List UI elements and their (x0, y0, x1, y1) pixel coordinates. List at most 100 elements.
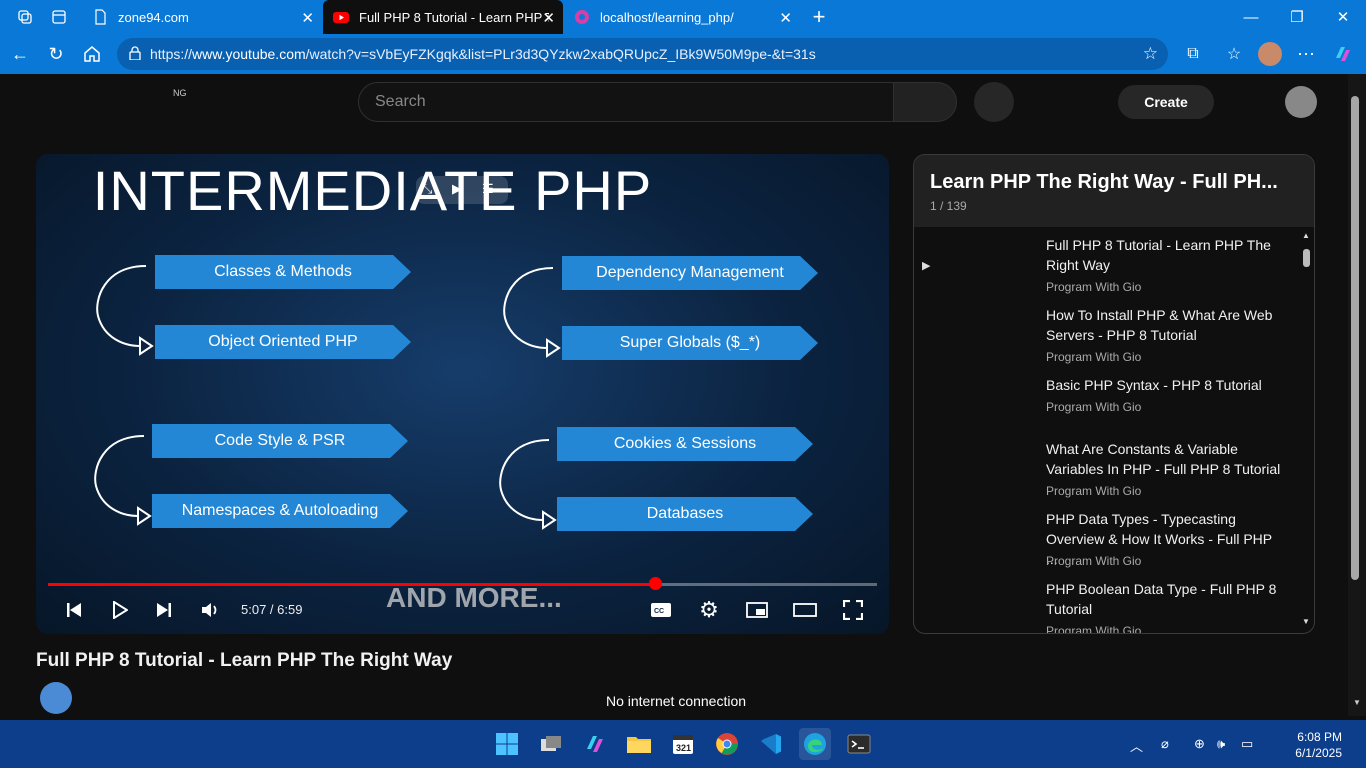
clock-date: 6/1/2025 (1295, 746, 1342, 760)
voice-search-button[interactable] (974, 82, 1014, 122)
playlist-title[interactable]: Learn PHP The Right Way - Full PH... (930, 171, 1278, 194)
playlist-item[interactable]: PHP Data Types - Typecasting Overview & … (914, 509, 1304, 577)
topic-classes-methods: Classes & Methods (155, 255, 411, 289)
show-hidden-icons[interactable]: ︿ (1130, 736, 1143, 755)
more-options-icon[interactable]: ⋯ (1292, 40, 1320, 68)
copilot-icon[interactable] (1329, 40, 1357, 68)
start-windows-icon[interactable] (491, 728, 523, 760)
workspaces-icon[interactable] (12, 4, 38, 30)
curved-arrow-icon (94, 435, 152, 526)
calendar-app-icon[interactable]: 321 (667, 728, 699, 760)
lock-icon[interactable] (129, 46, 141, 61)
file-explorer-icon[interactable] (623, 728, 655, 760)
clock-time: 6:08 PM (1297, 730, 1342, 744)
time-display: 5:07 / 6:59 (241, 602, 303, 617)
profile-avatar[interactable] (1256, 40, 1284, 68)
page-scroll-thumb[interactable] (1351, 96, 1359, 580)
curved-arrow-icon (96, 265, 154, 356)
theater-mode-icon[interactable] (791, 596, 819, 624)
language-globe-icon[interactable]: ⊕ (1194, 736, 1205, 752)
favorite-star-icon[interactable]: ☆ (1143, 44, 1158, 64)
playlist-scrollbar[interactable]: ▲ ▼ (1302, 231, 1312, 631)
curved-arrow-icon (503, 267, 561, 358)
url-path: /watch?v=sVbEyFZKgqk&list=PLr3d3QYzkw2xa… (305, 46, 816, 62)
curved-arrow-icon (499, 439, 557, 530)
playlist-scroll-thumb[interactable] (1303, 249, 1310, 267)
battery-icon[interactable]: ▭ (1241, 736, 1253, 752)
copilot-app-icon[interactable] (579, 728, 611, 760)
tab-title: Full PHP 8 Tutorial - Learn PHP Th (359, 9, 549, 25)
tab-zone94[interactable]: zone94.com ✕ (82, 0, 322, 34)
url-prefix: https:// (150, 46, 193, 62)
minimize-player-icon[interactable]: ⤡ (422, 181, 432, 197)
search-input[interactable]: Search (358, 82, 894, 122)
scroll-down-icon[interactable]: ▼ (1302, 617, 1310, 626)
address-toolbar: ← ↻ https://www.youtube.com/watch?v=sVbE… (0, 34, 1366, 74)
progress-scrubber[interactable] (648, 577, 662, 590)
edge-browser-icon[interactable] (799, 728, 831, 760)
video-player[interactable]: INTERMEDIATE PHP ⤡ ▶ ☰ Classes & Methods… (36, 154, 889, 634)
network-off-icon[interactable]: ⌀ (1161, 736, 1169, 752)
url-host: www.youtube.com (192, 46, 306, 62)
close-tab-icon[interactable]: ✕ (779, 9, 792, 27)
task-view-icon[interactable] (535, 728, 567, 760)
minimize-icon[interactable]: — (1228, 0, 1274, 34)
topic-oop: Object Oriented PHP (155, 325, 411, 359)
video-title: Full PHP 8 Tutorial - Learn PHP The Righ… (36, 650, 453, 671)
address-bar[interactable]: https://www.youtube.com/watch?v=sVbEyFZK… (117, 38, 1168, 70)
close-window-icon[interactable]: ✕ (1320, 0, 1366, 34)
create-button[interactable]: Create (1118, 85, 1214, 119)
scroll-down-icon[interactable]: ▼ (1353, 698, 1361, 707)
back-icon[interactable]: ← (6, 40, 34, 68)
settings-gear-icon[interactable]: ⚙ (695, 596, 723, 624)
playlist-item[interactable]: PHP Boolean Data Type - Full PHP 8 Tutor… (914, 579, 1304, 633)
and-more-text: AND MORE... (386, 582, 562, 613)
vscode-icon[interactable] (755, 728, 787, 760)
previous-icon[interactable] (60, 596, 88, 624)
playlist-item-title: Basic PHP Syntax - PHP 8 Tutorial (1046, 377, 1262, 393)
new-tab-icon[interactable]: + (806, 4, 832, 30)
tab-title: localhost/learning_php/ (600, 9, 734, 25)
tab-actions-icon[interactable] (46, 4, 72, 30)
close-tab-icon[interactable]: ✕ (301, 9, 314, 27)
progress-bar[interactable] (48, 577, 877, 590)
tab-bar: zone94.com ✕ Full PHP 8 Tutorial - Learn… (0, 0, 1366, 34)
playlist-item[interactable]: Basic PHP Syntax - PHP 8 Tutorial Progra… (914, 375, 1304, 435)
next-icon[interactable] (150, 596, 178, 624)
captions-icon[interactable]: CC (647, 596, 675, 624)
notes-icon[interactable]: ☰ (482, 181, 494, 197)
topic-dependency-management: Dependency Management (562, 256, 818, 290)
tab-youtube[interactable]: Full PHP 8 Tutorial - Learn PHP Th ✕ (323, 0, 563, 34)
cast-icon[interactable]: ▶ (452, 181, 462, 197)
close-tab-icon[interactable]: ✕ (542, 9, 555, 27)
tab-localhost[interactable]: localhost/learning_php/ ✕ (564, 0, 800, 34)
speaker-icon[interactable]: 🕪 (1217, 736, 1225, 752)
youtube-logo[interactable]: NG (173, 88, 187, 98)
miniplayer-icon[interactable] (743, 596, 771, 624)
refresh-icon[interactable]: ↻ (42, 40, 70, 68)
offline-toast: No internet connection (605, 693, 747, 709)
playlist-item-title: Full PHP 8 Tutorial - Learn PHP The Righ… (1046, 237, 1271, 273)
playlist-item-title: How To Install PHP & What Are Web Server… (1046, 307, 1273, 343)
extensions-icon[interactable]: ⧉ (1179, 40, 1207, 68)
system-clock[interactable]: 6:08 PM 6/1/2025 (1262, 729, 1342, 761)
topic-super-globals: Super Globals ($_*) (562, 326, 818, 360)
chrome-icon[interactable] (711, 728, 743, 760)
fullscreen-icon[interactable] (839, 596, 867, 624)
favorites-icon[interactable]: ☆ (1220, 40, 1248, 68)
playlist-item[interactable]: How To Install PHP & What Are Web Server… (914, 305, 1304, 373)
playlist-item-channel: Program With Gio (1046, 484, 1142, 498)
restore-icon[interactable]: ❐ (1274, 0, 1320, 34)
scroll-up-icon[interactable]: ▲ (1302, 231, 1310, 240)
play-icon[interactable] (106, 596, 134, 624)
volume-icon[interactable] (196, 596, 224, 624)
playlist-item[interactable]: Full PHP 8 Tutorial - Learn PHP The Righ… (914, 235, 1304, 303)
home-icon[interactable] (78, 40, 106, 68)
youtube-page: NG Search Create INTERMEDIATE PHP ⤡ ▶ ☰ … (4, 74, 1348, 716)
playlist-item[interactable]: What Are Constants & Variable Variables … (914, 439, 1304, 507)
account-avatar[interactable] (1285, 86, 1317, 118)
terminal-icon[interactable] (843, 728, 875, 760)
playlist-item-channel: Program With Gio (1046, 400, 1142, 414)
search-button[interactable] (893, 82, 957, 122)
topic-namespaces-autoloading: Namespaces & Autoloading (152, 494, 408, 528)
